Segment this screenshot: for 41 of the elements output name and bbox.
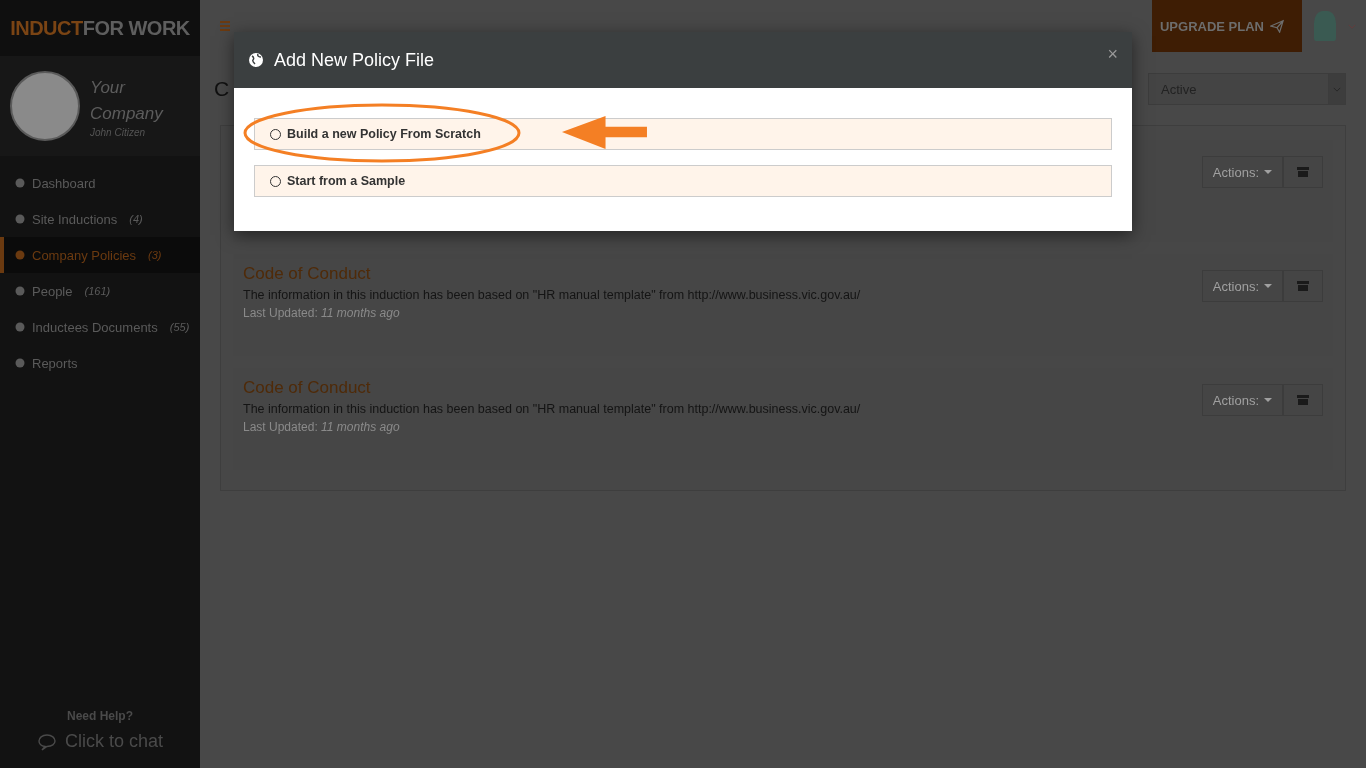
nav-icon xyxy=(14,213,26,225)
sidebar-item[interactable]: Dashboard xyxy=(0,165,200,201)
company-name: Company xyxy=(90,102,163,125)
company-name: Your xyxy=(90,76,127,99)
actions-button[interactable]: Actions: xyxy=(1201,156,1283,188)
archive-button[interactable] xyxy=(1283,384,1323,416)
sidebar-item[interactable]: People (161) xyxy=(0,273,200,309)
logo-text: FOR WORK xyxy=(82,16,190,40)
archive-icon xyxy=(1297,281,1309,291)
last-updated-text: Last Updated: 11 months ago xyxy=(243,420,401,434)
chat-link[interactable]: Click to chat xyxy=(36,731,163,752)
close-button[interactable]: × xyxy=(1107,44,1118,65)
nav-icon xyxy=(14,285,26,297)
sidebar-item[interactable]: Reports xyxy=(0,345,200,381)
upgrade-button[interactable]: UPGRADE PLAN xyxy=(1152,0,1302,52)
help-title: Need Help? xyxy=(67,709,133,723)
archive-button[interactable] xyxy=(1283,270,1323,302)
nav-icon xyxy=(14,321,26,333)
paper-plane-icon xyxy=(1270,19,1284,33)
sidebar-item[interactable]: Site Inductions (4) xyxy=(0,201,200,237)
page-title: C xyxy=(214,77,230,101)
archive-icon xyxy=(1297,395,1309,405)
menu-icon[interactable] xyxy=(220,21,230,31)
actions-button[interactable]: Actions: xyxy=(1201,270,1283,302)
nav-icon xyxy=(14,249,26,261)
archive-button[interactable] xyxy=(1283,156,1323,188)
radio-option[interactable]: Start from a Sample xyxy=(254,165,1112,197)
modal-title: Add New Policy File xyxy=(274,49,435,71)
nav-icon xyxy=(14,177,26,189)
archive-icon xyxy=(1297,167,1309,177)
nav-icon xyxy=(14,357,26,369)
user-name: John Citizen xyxy=(90,126,147,138)
speech-bubble-icon xyxy=(36,732,57,751)
actions-button[interactable]: Actions: xyxy=(1201,384,1283,416)
sidebar-item[interactable]: Inductees Documents (55) xyxy=(0,309,200,345)
logo-text: INDUCT xyxy=(10,16,83,40)
radio-option[interactable]: Build a new Policy From Scratch xyxy=(254,118,1112,150)
sidebar-item[interactable]: Company Policies (3) xyxy=(0,237,200,273)
globe-icon xyxy=(248,52,264,68)
chevron-down-icon[interactable] xyxy=(1348,23,1356,29)
last-updated-text: Last Updated: 11 months ago xyxy=(243,306,401,320)
